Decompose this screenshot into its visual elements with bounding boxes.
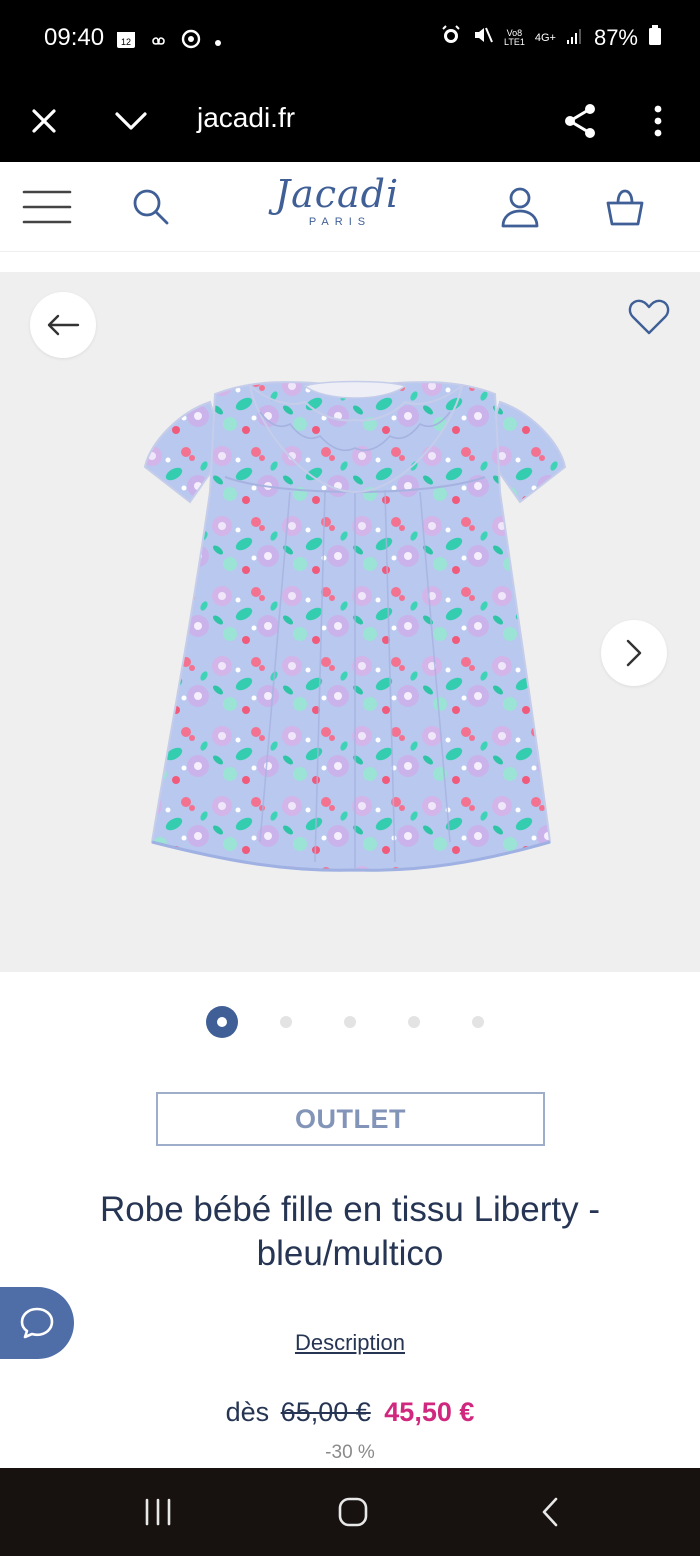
cart-button[interactable] (598, 182, 652, 232)
more-options-button[interactable] (631, 94, 685, 148)
header-spacer (0, 252, 700, 272)
hamburger-menu-icon (22, 190, 72, 224)
product-title-line-2: bleu/multico (256, 1234, 444, 1273)
signal-icon (566, 25, 584, 51)
recent-apps-icon (145, 1498, 171, 1526)
logo-wordmark: Jacadi (274, 172, 400, 216)
url-display[interactable]: jacadi.fr (197, 102, 295, 134)
share-icon (565, 104, 595, 138)
network-type-label: 4G+ (534, 31, 556, 44)
logo-subtitle: PARIS (308, 216, 372, 228)
menu-button[interactable] (20, 182, 74, 232)
outlet-badge: OUTLET (156, 1092, 545, 1146)
product-title-line-1: Robe bébé fille en tissu Liberty - (100, 1190, 600, 1229)
svg-text:12: 12 (121, 37, 131, 47)
discount-label: -30 % (325, 1442, 375, 1463)
back-chevron-icon (542, 1497, 558, 1527)
gallery-dot-1[interactable] (206, 1006, 238, 1038)
infinity-icon (148, 32, 168, 51)
dot-icon (214, 32, 222, 51)
product-title: Robe bébé fille en tissu Liberty - bleu/… (40, 1188, 660, 1276)
user-icon (501, 187, 539, 228)
gallery-pagination (0, 1000, 700, 1044)
price-row: dès 65,00 € 45,50 € (0, 1397, 700, 1428)
gallery-dot-5[interactable] (472, 1016, 484, 1028)
close-icon (32, 109, 56, 133)
site-header: Jacadi PARIS (0, 162, 700, 252)
status-notification-icons: 12 (116, 28, 222, 54)
jacadi-logo[interactable]: Jacadi PARIS (262, 172, 412, 242)
status-system-icons: Vo8 LTE1 4G+ 87% (440, 24, 662, 52)
add-to-wishlist-button[interactable] (626, 294, 672, 340)
alarm-icon (440, 24, 462, 52)
search-button[interactable] (124, 182, 178, 232)
network-bottom-label: LTE1 (504, 37, 525, 47)
share-button[interactable] (553, 94, 607, 148)
chevron-right-icon (626, 639, 642, 667)
product-image-dress[interactable] (140, 372, 570, 877)
recent-apps-button[interactable] (130, 1486, 186, 1538)
chevron-down-icon (115, 112, 147, 130)
status-bar: 09:40 12 Vo8 LTE1 4G+ 87% (0, 0, 700, 80)
back-button[interactable] (522, 1486, 578, 1538)
battery-icon (648, 24, 662, 52)
gallery-next-button[interactable] (601, 620, 667, 686)
sale-price: 45,50 € (384, 1397, 475, 1427)
sync-icon (180, 28, 202, 54)
heart-icon (628, 299, 670, 335)
browser-toolbar: jacadi.fr (0, 80, 700, 162)
shopping-bag-icon (606, 189, 644, 226)
gallery-dot-4[interactable] (408, 1016, 420, 1028)
gallery-back-button[interactable] (30, 292, 96, 358)
gallery-dot-2[interactable] (280, 1016, 292, 1028)
system-navigation-bar (0, 1468, 700, 1556)
minimize-button[interactable] (104, 94, 158, 148)
original-price: 65,00 € (280, 1397, 371, 1427)
gallery-dot-3[interactable] (344, 1016, 356, 1028)
search-icon (133, 189, 169, 225)
battery-percent: 87% (593, 25, 638, 50)
price-prefix: dès (225, 1397, 270, 1427)
arrow-left-icon (47, 314, 80, 336)
volte-icon: Vo8 LTE1 (504, 29, 525, 47)
calendar-icon: 12 (116, 29, 136, 53)
account-button[interactable] (493, 182, 547, 232)
description-link-row: Description (0, 1330, 700, 1356)
home-button[interactable] (325, 1486, 381, 1538)
status-time: 09:40 (44, 24, 105, 51)
home-icon (338, 1497, 368, 1527)
more-vertical-icon (654, 105, 662, 137)
close-tab-button[interactable] (17, 94, 71, 148)
mute-icon (472, 24, 494, 52)
product-gallery[interactable] (0, 272, 700, 972)
description-link[interactable]: Description (295, 1330, 405, 1355)
